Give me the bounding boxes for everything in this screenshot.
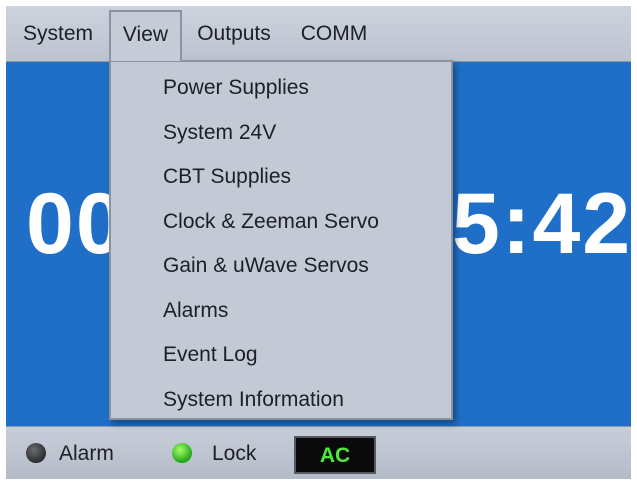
menu-item-alarms[interactable]: Alarms: [163, 291, 228, 331]
instrument-screen: System View Outputs COMM 00 5:42 Power S…: [6, 6, 631, 479]
alarm-label: Alarm: [59, 442, 114, 465]
alarm-led-icon: [26, 443, 46, 463]
menu-bar: System View Outputs COMM: [6, 6, 631, 62]
menu-item-clock-zeeman-servo[interactable]: Clock & Zeeman Servo: [163, 202, 379, 242]
menu-item-power-supplies[interactable]: Power Supplies: [163, 68, 309, 108]
lock-label: Lock: [212, 442, 257, 465]
ac-power-indicator: AC: [294, 436, 376, 474]
menu-item-event-log[interactable]: Event Log: [163, 335, 258, 375]
menu-outputs[interactable]: Outputs: [186, 14, 282, 54]
menu-system[interactable]: System: [12, 14, 104, 54]
menu-item-system-information[interactable]: System Information: [163, 380, 344, 420]
menu-item-gain-uwave-servos[interactable]: Gain & uWave Servos: [163, 246, 369, 286]
menu-item-cbt-supplies[interactable]: CBT Supplies: [163, 157, 291, 197]
view-dropdown-menu: Power Supplies System 24V CBT Supplies C…: [109, 60, 453, 420]
menu-item-system-24v[interactable]: System 24V: [163, 113, 276, 153]
clock-display-right: 5:42: [452, 176, 631, 272]
menu-comm[interactable]: COMM: [290, 14, 378, 54]
lock-led-icon: [172, 443, 192, 463]
status-bar: Alarm Lock AC: [6, 426, 631, 479]
menu-view[interactable]: View: [109, 10, 182, 61]
